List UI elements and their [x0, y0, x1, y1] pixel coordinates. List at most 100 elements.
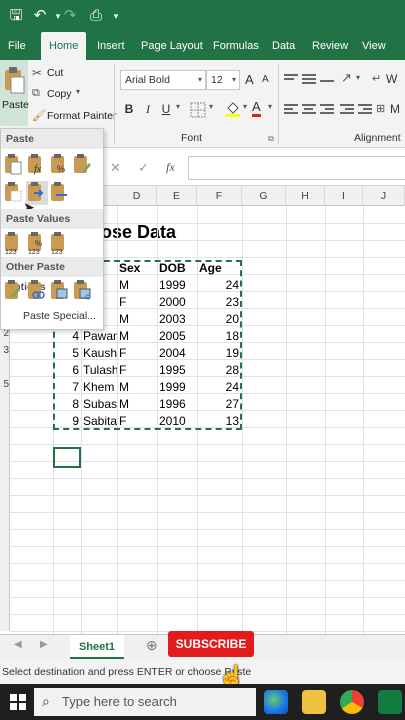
borders-icon[interactable] [190, 102, 208, 118]
undo-icon[interactable]: ↶ [30, 6, 50, 26]
excel-app-icon[interactable] [378, 690, 402, 714]
taskbar-search-input[interactable]: Type here to search [34, 688, 256, 716]
orientation-icon[interactable]: ↗ [341, 70, 352, 86]
align-center-icon[interactable] [302, 102, 318, 116]
tab-home[interactable]: Home [41, 32, 87, 60]
grow-font-button[interactable]: A [245, 72, 254, 87]
middle-align-icon[interactable] [302, 72, 318, 86]
edge-browser-icon[interactable] [264, 690, 288, 714]
keep-source-formatting-icon[interactable] [72, 153, 94, 177]
linked-picture-icon[interactable] [72, 279, 94, 303]
column-header[interactable]: H [286, 186, 325, 206]
cut-button[interactable]: Cut [47, 67, 63, 79]
bottom-align-icon[interactable] [320, 72, 336, 86]
row-header[interactable]: 5 [0, 376, 10, 393]
row-header[interactable] [0, 563, 10, 580]
bold-button[interactable]: B [120, 100, 138, 118]
column-header[interactable]: E [157, 186, 197, 206]
chevron-down-icon[interactable]: ▾ [176, 102, 180, 111]
no-borders-icon[interactable] [3, 181, 25, 205]
align-left-icon[interactable] [284, 102, 300, 116]
column-header[interactable]: I [325, 186, 363, 206]
row-header[interactable] [0, 444, 10, 461]
paste-special-link[interactable]: Paste Special... [23, 310, 96, 322]
top-align-icon[interactable] [284, 72, 300, 86]
copy-button[interactable]: Copy [47, 88, 72, 100]
fill-color-icon[interactable] [224, 100, 242, 118]
row-header[interactable] [0, 529, 10, 546]
row-header[interactable] [0, 461, 10, 478]
paste-picture-icon[interactable] [49, 279, 71, 303]
paste-formulas-icon[interactable]: fx [26, 153, 48, 177]
sheet-tab-sheet1[interactable]: Sheet1 [70, 635, 124, 659]
add-sheet-icon[interactable]: ⊕ [146, 637, 158, 654]
underline-button[interactable]: U [157, 100, 175, 118]
row-header[interactable] [0, 546, 10, 563]
row-header[interactable] [0, 359, 10, 376]
paste-values-number-formatting-icon[interactable]: 123% [26, 231, 48, 256]
column-header[interactable]: D [117, 186, 157, 206]
column-header[interactable]: F [197, 186, 242, 206]
tab-file[interactable]: File [8, 32, 26, 60]
tab-view[interactable]: View [362, 32, 386, 60]
font-size-select[interactable]: 12 ▾ [206, 70, 240, 90]
wrap-text-icon[interactable]: ↵ [372, 72, 381, 85]
row-header[interactable] [0, 580, 10, 597]
row-header[interactable] [0, 512, 10, 529]
font-color-button[interactable]: A [252, 100, 261, 117]
row-header[interactable]: 3 [0, 342, 10, 359]
grid-row-line [10, 614, 405, 615]
tab-page-layout[interactable]: Page Layout [141, 32, 203, 60]
row-header[interactable] [0, 495, 10, 512]
format-painter-button[interactable]: Format Painter [47, 110, 116, 122]
wrap-text-label[interactable]: W [386, 72, 397, 86]
tab-formulas[interactable]: Formulas [213, 32, 259, 60]
windows-start-icon[interactable] [10, 694, 26, 710]
chevron-down-icon[interactable]: ▾ [356, 73, 360, 82]
scroll-left-icon[interactable]: ◀ [14, 639, 22, 650]
row-header[interactable] [0, 393, 10, 410]
chrome-icon[interactable] [340, 690, 364, 714]
column-header[interactable]: G [242, 186, 286, 206]
save-icon[interactable]: 🖫 [6, 6, 26, 26]
chevron-down-icon[interactable]: ▾ [268, 102, 272, 111]
increase-indent-icon[interactable] [358, 102, 374, 116]
customize-quick-access-icon[interactable]: ▾ [106, 6, 126, 26]
merge-icon[interactable]: ⊞ [376, 102, 385, 115]
print-preview-icon[interactable]: ⎙ [86, 6, 106, 26]
paste-link-icon[interactable] [26, 279, 48, 303]
paste-formatting-icon[interactable] [3, 279, 25, 303]
active-cell[interactable] [53, 447, 81, 468]
row-header[interactable] [0, 597, 10, 614]
keep-column-widths-icon[interactable] [49, 181, 71, 205]
paste-icon[interactable] [3, 153, 25, 177]
paste-button[interactable]: Paste [0, 60, 29, 126]
paste-values-icon[interactable]: 123 [3, 231, 25, 256]
paste-formulas-number-formatting-icon[interactable]: % [49, 153, 71, 177]
insert-function-icon[interactable]: fx [166, 160, 175, 175]
tab-data[interactable]: Data [272, 32, 295, 60]
row-header[interactable] [0, 478, 10, 495]
formula-input[interactable] [188, 156, 405, 180]
font-name-select[interactable]: Arial Bold ▾ [120, 70, 206, 90]
align-right-icon[interactable] [320, 102, 336, 116]
paste-values-source-formatting-icon[interactable]: 123 [49, 231, 71, 256]
column-header[interactable]: J [363, 186, 405, 206]
decrease-indent-icon[interactable] [340, 102, 356, 116]
tab-insert[interactable]: Insert [97, 32, 125, 60]
italic-button[interactable]: I [139, 100, 157, 118]
chevron-down-icon[interactable]: ▾ [209, 102, 213, 111]
shrink-font-button[interactable]: A [262, 74, 269, 85]
enter-icon[interactable]: ✓ [138, 160, 149, 176]
dialog-launcher-icon[interactable]: ⧉ [268, 134, 274, 144]
copy-dropdown-icon[interactable]: ▾ [76, 87, 80, 96]
row-header[interactable] [0, 410, 10, 427]
scroll-right-icon[interactable]: ▶ [40, 639, 48, 650]
chevron-down-icon[interactable]: ▾ [243, 102, 247, 111]
tab-review[interactable]: Review [312, 32, 348, 60]
row-header[interactable] [0, 614, 10, 631]
merge-label[interactable]: M [390, 102, 400, 116]
file-explorer-icon[interactable] [302, 690, 326, 714]
cancel-icon[interactable]: ✕ [110, 160, 121, 176]
row-header[interactable] [0, 427, 10, 444]
